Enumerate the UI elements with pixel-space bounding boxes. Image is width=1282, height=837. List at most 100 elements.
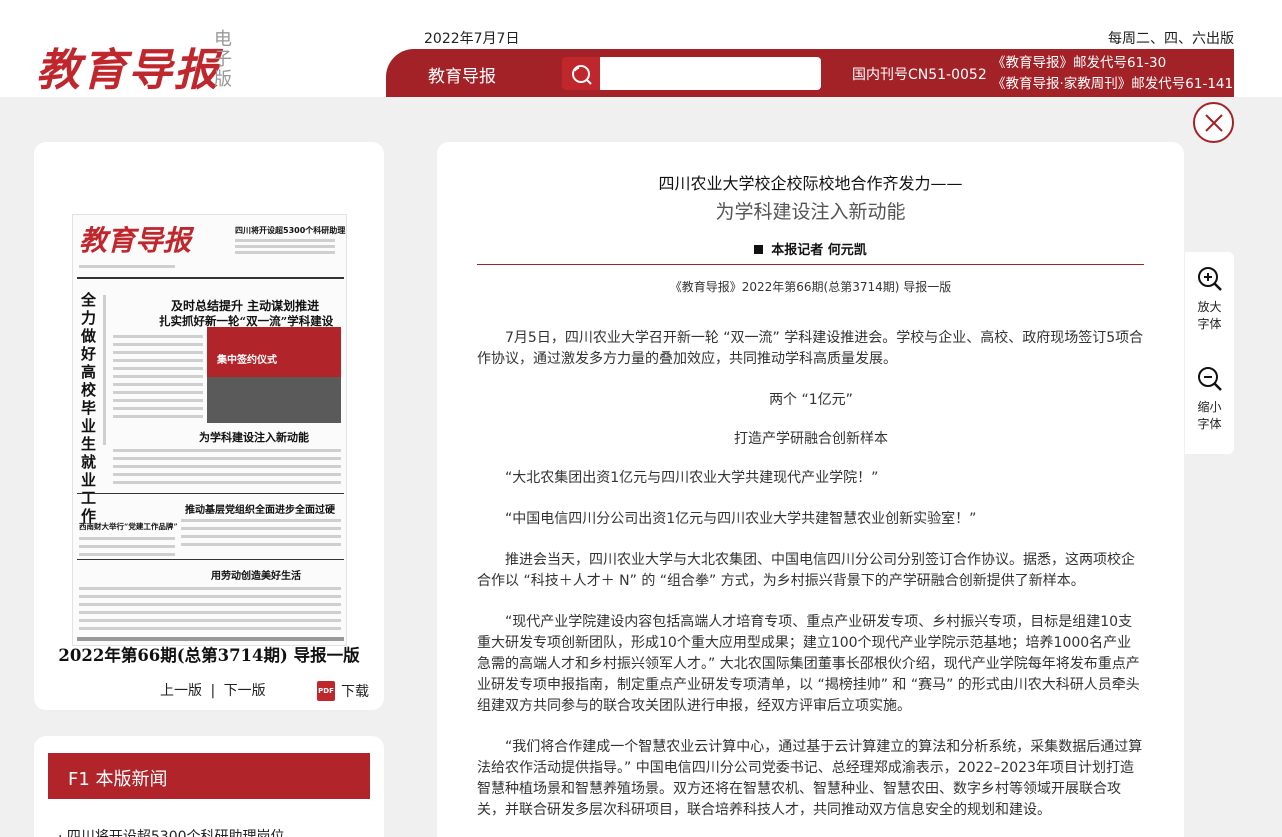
thumbnail-text-line — [113, 359, 203, 362]
thumbnail-vertical-headline: 全力做好高校毕业生就业工作 — [81, 291, 97, 525]
pdf-download-link[interactable]: PDF 下载 — [317, 681, 369, 701]
site-logo[interactable]: 教育导报 电子版 — [36, 30, 246, 97]
section-heading: 打造产学研融合创新样本 — [734, 431, 888, 447]
thumbnail-photo-caption: 集中签约仪式 — [217, 355, 277, 366]
issue-date: 2022年7月7日 — [424, 31, 520, 47]
thumbnail-photo: 集中签约仪式 — [207, 327, 341, 423]
article-paragraph: 推进会当天，四川农业大学与大北农集团、中国电信四川分公司分别签订合作协议。据悉，… — [477, 552, 1135, 589]
pdf-icon: PDF — [317, 681, 335, 701]
square-bullet-icon — [754, 245, 764, 254]
thumbnail-left-lower: 西南财大举行“党建工作品牌” — [79, 522, 178, 531]
close-icon — [1204, 113, 1223, 132]
next-page-link[interactable]: 下一版 — [224, 683, 266, 699]
thumbnail-text-line — [113, 473, 341, 476]
thumbnail-top-headline: 四川将开设超5300个科研助理岗位 — [235, 226, 346, 235]
font-size-toolbar: 放大字体 缩小字体 — [1185, 252, 1234, 454]
bar-title: 教育导报 — [428, 67, 496, 87]
close-button[interactable] — [1193, 102, 1234, 143]
thumbnail-text-line — [79, 627, 341, 630]
thumbnail-text-line — [113, 465, 341, 468]
section-heading: 两个 “1亿元” — [769, 392, 853, 408]
article-panel: 四川农业大学校企校际校地合作齐发力—— 为学科建设注入新动能 本报记者 何元凯 … — [437, 142, 1184, 837]
publication-schedule: 每周二、四、六出版 — [1108, 31, 1234, 47]
thumbnail-rule — [77, 559, 344, 560]
search-icon — [572, 64, 592, 85]
author-name: 本报记者 何元凯 — [771, 243, 867, 258]
site-header: 教育导报 电子版 2022年7月7日 每周二、四、六出版 教育导报 国内刊号CN… — [0, 0, 1282, 97]
article-paragraph: “中国电信四川分公司出资1亿元与四川农业大学共建智慧农业创新实验室！” — [505, 511, 977, 527]
thumbnail-text-line — [181, 519, 341, 522]
search-input[interactable] — [600, 57, 821, 90]
thumbnail-text-line — [113, 481, 341, 484]
article-author: 本报记者 何元凯 — [437, 239, 1184, 258]
thumbnail-text-line — [79, 587, 341, 590]
issn-number: 国内刊号CN51-0052 — [852, 67, 987, 83]
issue-label: 2022年第66期(总第3714期) 导报一版 — [58, 646, 360, 665]
thumbnail-text-line — [79, 603, 341, 606]
thumbnail-text-line — [79, 265, 175, 268]
page-preview-card: 教育导报 四川将开设超5300个科研助理岗位 全力做好高校毕业生就业工作 及时总… — [34, 142, 384, 710]
pager-separator: | — [210, 683, 216, 699]
thumbnail-text-line — [113, 375, 203, 378]
header-red-bar: 教育导报 国内刊号CN51-0052 《教育导报》邮发代号61-30 《教育导报… — [386, 49, 1234, 97]
thumbnail-story-headline: 为学科建设注入新动能 — [199, 431, 309, 444]
thumbnail-rule — [77, 277, 344, 279]
thumbnail-text-line — [113, 383, 203, 386]
zoom-out-icon — [1197, 367, 1222, 391]
zoom-in-icon — [1197, 267, 1222, 291]
zoom-in-button[interactable]: 放大字体 — [1185, 266, 1234, 333]
thumbnail-text-line — [113, 367, 203, 370]
thumbnail-text-line — [113, 351, 203, 354]
thumbnail-text-line — [79, 611, 341, 614]
prev-page-link[interactable]: 上一版 — [160, 683, 202, 699]
article-paragraph: “大北农集团出资1亿元与四川农业大学共建现代产业学院！” — [505, 470, 879, 486]
thumbnail-text-line — [181, 543, 341, 546]
thumbnail-bottom-headline: 用劳动创造美好生活 — [211, 571, 301, 582]
thumbnail-text-line — [113, 407, 203, 410]
article-source: 《教育导报》2022年第66期(总第3714期) 导报一版 — [669, 280, 952, 294]
thumbnail-lower-headline: 推动基层党组织全面进步全面过硬 — [185, 505, 335, 516]
thumbnail-text-line — [113, 391, 203, 394]
title-divider — [477, 264, 1144, 265]
thumbnail-text-line — [113, 457, 341, 460]
thumbnail-text-line — [79, 619, 341, 622]
thumbnail-text-line — [113, 415, 203, 418]
postal-code-2: 《教育导报·家教周刊》邮发代号61-141 — [992, 76, 1234, 92]
section-news-card: F1 本版新闻 · 四川将开设超5300个科研助理岗位 — [34, 736, 384, 837]
article-paragraph: 7月5日，四川农业大学召开新一轮 “双一流” 学科建设推进会。学校与企业、高校、… — [477, 330, 1144, 367]
thumbnail-headline-1: 及时总结提升 主动谋划推进 — [171, 299, 320, 313]
section-news-title: F1 本版新闻 — [48, 753, 370, 799]
thumbnail-text-line — [79, 537, 175, 540]
logo-text: 教育导报 — [36, 45, 220, 96]
zoom-in-label: 放大字体 — [1197, 300, 1222, 331]
article-paragraph: “我们将合作建成一个智慧农业云计算中心，通过基于云计算建立的算法和分析系统，采集… — [477, 739, 1143, 818]
thumbnail-text-line — [235, 239, 335, 242]
article-subtitle: 为学科建设注入新动能 — [715, 201, 906, 223]
thumbnail-footer — [77, 637, 344, 641]
thumbnail-text-line — [103, 295, 106, 445]
thumbnail-text-line — [113, 399, 203, 402]
zoom-out-label: 缩小字体 — [1197, 400, 1222, 431]
newspaper-page-thumbnail[interactable]: 教育导报 四川将开设超5300个科研助理岗位 全力做好高校毕业生就业工作 及时总… — [72, 214, 347, 646]
thumbnail-text-line — [113, 335, 203, 338]
thumbnail-text-line — [79, 553, 175, 556]
news-list-item[interactable]: · 四川将开设超5300个科研助理岗位 — [58, 826, 285, 837]
article-title: 四川农业大学校企校际校地合作齐发力—— — [658, 174, 963, 193]
thumbnail-text-line — [79, 545, 175, 548]
thumbnail-text-line — [235, 251, 335, 254]
download-label: 下载 — [341, 684, 369, 700]
article-paragraph: “现代产业学院建设内容包括高端人才培育专项、重点产业研发专项、乡村振兴专项，目标… — [477, 614, 1140, 714]
search-button[interactable] — [562, 57, 600, 90]
page-navigation: 上一版 | 下一版 — [160, 680, 266, 700]
postal-code-1: 《教育导报》邮发代号61-30 — [992, 55, 1167, 71]
thumbnail-logo: 教育导报 — [79, 224, 192, 257]
thumbnail-text-line — [235, 245, 335, 248]
thumbnail-text-line — [181, 535, 341, 538]
zoom-out-button[interactable]: 缩小字体 — [1185, 366, 1234, 433]
postal-codes: 《教育导报》邮发代号61-30 《教育导报·家教周刊》邮发代号61-141 — [992, 53, 1233, 95]
thumbnail-text-line — [181, 527, 341, 530]
thumbnail-text-line — [113, 449, 341, 452]
article-body: 7月5日，四川农业大学召开新一轮 “双一流” 学科建设推进会。学校与企业、高校、… — [477, 328, 1145, 837]
thumbnail-text-line — [113, 343, 203, 346]
thumbnail-rule — [77, 493, 344, 494]
